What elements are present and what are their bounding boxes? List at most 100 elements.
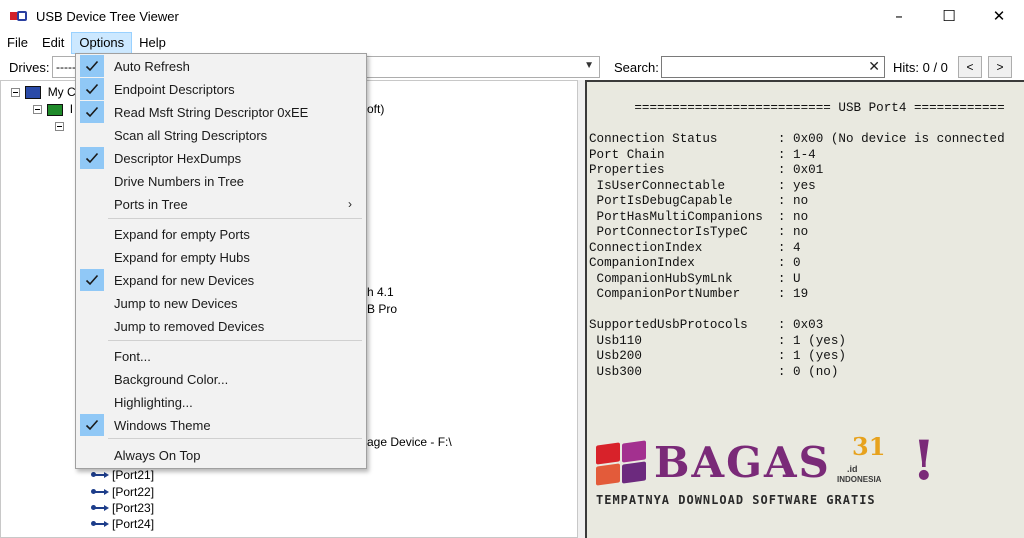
menu-item-ports-in-tree[interactable]: Ports in Tree › xyxy=(78,193,364,215)
usb-app-icon xyxy=(10,9,28,23)
usb-port-icon xyxy=(91,487,109,497)
details-line: Connection Status : 0x00 (No device is c… xyxy=(589,132,1005,146)
tree-port-item[interactable]: [Port24] xyxy=(91,517,154,531)
details-text: ========================== USB Port4 ===… xyxy=(589,101,1005,380)
menu-item-label: Expand for new Devices xyxy=(114,273,255,288)
clear-search-icon[interactable]: ✕ xyxy=(868,58,880,75)
tree-host-controller[interactable]: I xyxy=(33,102,73,116)
close-button[interactable]: ✕ xyxy=(974,0,1024,32)
expand-minus-icon[interactable] xyxy=(55,122,64,132)
menu-item-label: Auto Refresh xyxy=(114,59,190,74)
drives-value: ----- xyxy=(56,60,76,74)
menu-options[interactable]: Options xyxy=(71,32,133,54)
menu-item-label: Jump to removed Devices xyxy=(114,319,265,334)
menu-item-background-color[interactable]: Background Color... xyxy=(78,368,364,390)
check-slot xyxy=(80,292,104,314)
watermark-tld: .id xyxy=(847,464,858,474)
checkmark-icon xyxy=(80,101,104,123)
menu-item-highlighting[interactable]: Highlighting... xyxy=(78,391,364,413)
search-prev-button[interactable]: < xyxy=(958,56,982,78)
menu-item-endpoint-descriptors[interactable]: Endpoint Descriptors xyxy=(78,78,364,100)
tree-port-item[interactable]: [Port23] xyxy=(91,501,154,515)
check-slot xyxy=(80,223,104,245)
tree-root-hub[interactable] xyxy=(55,119,64,133)
pane-splitter[interactable] xyxy=(578,80,585,538)
search-input[interactable]: ✕ xyxy=(661,56,885,78)
menu-item-label: Highlighting... xyxy=(114,395,193,410)
details-line: ConnectionIndex : 4 xyxy=(589,240,801,255)
details-line: PortIsDebugCapable : no xyxy=(589,194,809,208)
tree-text-fragment: B Pro xyxy=(367,302,398,316)
maximize-button[interactable]: ☐ xyxy=(924,0,974,32)
tree-text-fragment: h 4.1 xyxy=(367,285,394,299)
details-line: CompanionHubSymLnk : U xyxy=(589,271,801,286)
check-slot xyxy=(80,170,104,192)
checkmark-icon xyxy=(80,269,104,291)
watermark-country: INDONESIA xyxy=(837,475,882,484)
menu-item-expand-for-empty-ports[interactable]: Expand for empty Ports xyxy=(78,223,364,245)
tree-port-item[interactable]: [Port22] xyxy=(91,485,154,499)
details-line: Usb110 : 1 (yes) xyxy=(589,333,846,348)
menu-item-label: Background Color... xyxy=(114,372,229,387)
check-slot xyxy=(80,444,104,466)
port-label: [Port23] xyxy=(112,501,155,515)
search-next-button[interactable]: > xyxy=(988,56,1012,78)
port-label: [Port21] xyxy=(112,468,155,482)
tree-root[interactable]: My C xyxy=(11,85,76,100)
menu-item-label: Always On Top xyxy=(114,448,201,463)
title-bar: USB Device Tree Viewer – ☐ ✕ xyxy=(0,0,1024,32)
details-line: SupportedUsbProtocols : 0x03 xyxy=(589,318,824,332)
menu-item-expand-for-empty-hubs[interactable]: Expand for empty Hubs xyxy=(78,246,364,268)
menu-item-scan-all-string-descriptors[interactable]: Scan all String Descriptors xyxy=(78,124,364,146)
menu-item-label: Expand for empty Hubs xyxy=(114,250,250,265)
menu-item-read-msft-string-descriptor-0xee[interactable]: Read Msft String Descriptor 0xEE xyxy=(78,101,364,123)
menu-separator xyxy=(108,340,362,341)
menu-item-expand-for-new-devices[interactable]: Expand for new Devices xyxy=(78,269,364,291)
tree-text-fragment: age Device - F:\ xyxy=(367,435,452,449)
menu-help[interactable]: Help xyxy=(132,32,173,54)
menu-bar: File Edit Options Help xyxy=(0,32,1024,54)
menu-item-jump-to-removed-devices[interactable]: Jump to removed Devices xyxy=(78,315,364,337)
menu-item-label: Jump to new Devices xyxy=(114,296,238,311)
watermark-exclaim: ! xyxy=(912,428,936,492)
details-line: Usb200 : 1 (yes) xyxy=(589,349,846,363)
minimize-button[interactable]: – xyxy=(874,0,924,32)
hits-counter: Hits: 0 / 0 xyxy=(893,60,948,75)
expand-minus-icon[interactable] xyxy=(33,105,42,115)
check-slot xyxy=(80,193,104,215)
window-controls: – ☐ ✕ xyxy=(874,0,1024,32)
flag-logo-icon xyxy=(596,440,648,486)
check-slot xyxy=(80,246,104,268)
menu-item-descriptor-hexdumps[interactable]: Descriptor HexDumps xyxy=(78,147,364,169)
check-slot xyxy=(80,368,104,390)
check-slot xyxy=(80,124,104,146)
menu-item-label: Ports in Tree xyxy=(114,197,188,212)
details-line: CompanionIndex : 0 xyxy=(589,256,801,270)
controller-icon xyxy=(47,103,64,116)
details-line: PortConnectorIsTypeC : no xyxy=(589,225,809,239)
menu-item-auto-refresh[interactable]: Auto Refresh xyxy=(78,55,364,77)
details-line: Usb300 : 0 (no) xyxy=(589,364,839,379)
menu-item-windows-theme[interactable]: Windows Theme xyxy=(78,414,364,436)
menu-item-jump-to-new-devices[interactable]: Jump to new Devices xyxy=(78,292,364,314)
menu-item-font[interactable]: Font... xyxy=(78,345,364,367)
details-line: ========================== USB Port4 ===… xyxy=(589,101,1005,115)
menu-item-label: Expand for empty Ports xyxy=(114,227,250,242)
tree-port-item[interactable]: [Port21] xyxy=(91,468,154,482)
checkmark-icon xyxy=(80,55,104,77)
menu-item-drive-numbers-in-tree[interactable]: Drive Numbers in Tree xyxy=(78,170,364,192)
menu-item-always-on-top[interactable]: Always On Top xyxy=(78,444,364,466)
menu-edit[interactable]: Edit xyxy=(35,32,71,54)
tree-root-label: My C xyxy=(47,85,76,99)
menu-item-label: Scan all String Descriptors xyxy=(114,128,268,143)
port-label: [Port22] xyxy=(112,485,155,499)
menu-file[interactable]: File xyxy=(0,32,35,54)
expand-minus-icon[interactable] xyxy=(11,88,20,98)
watermark: BAGAS 31 .id INDONESIA ! TEMPATNYA DOWNL… xyxy=(596,428,936,518)
menu-item-label: Windows Theme xyxy=(114,418,211,433)
details-line xyxy=(589,117,1005,133)
search-label: Search: xyxy=(614,60,659,75)
details-line: Properties : 0x01 xyxy=(589,163,824,177)
details-line: PortHasMultiCompanions : no xyxy=(589,209,809,224)
details-line: IsUserConnectable : yes xyxy=(589,178,816,193)
